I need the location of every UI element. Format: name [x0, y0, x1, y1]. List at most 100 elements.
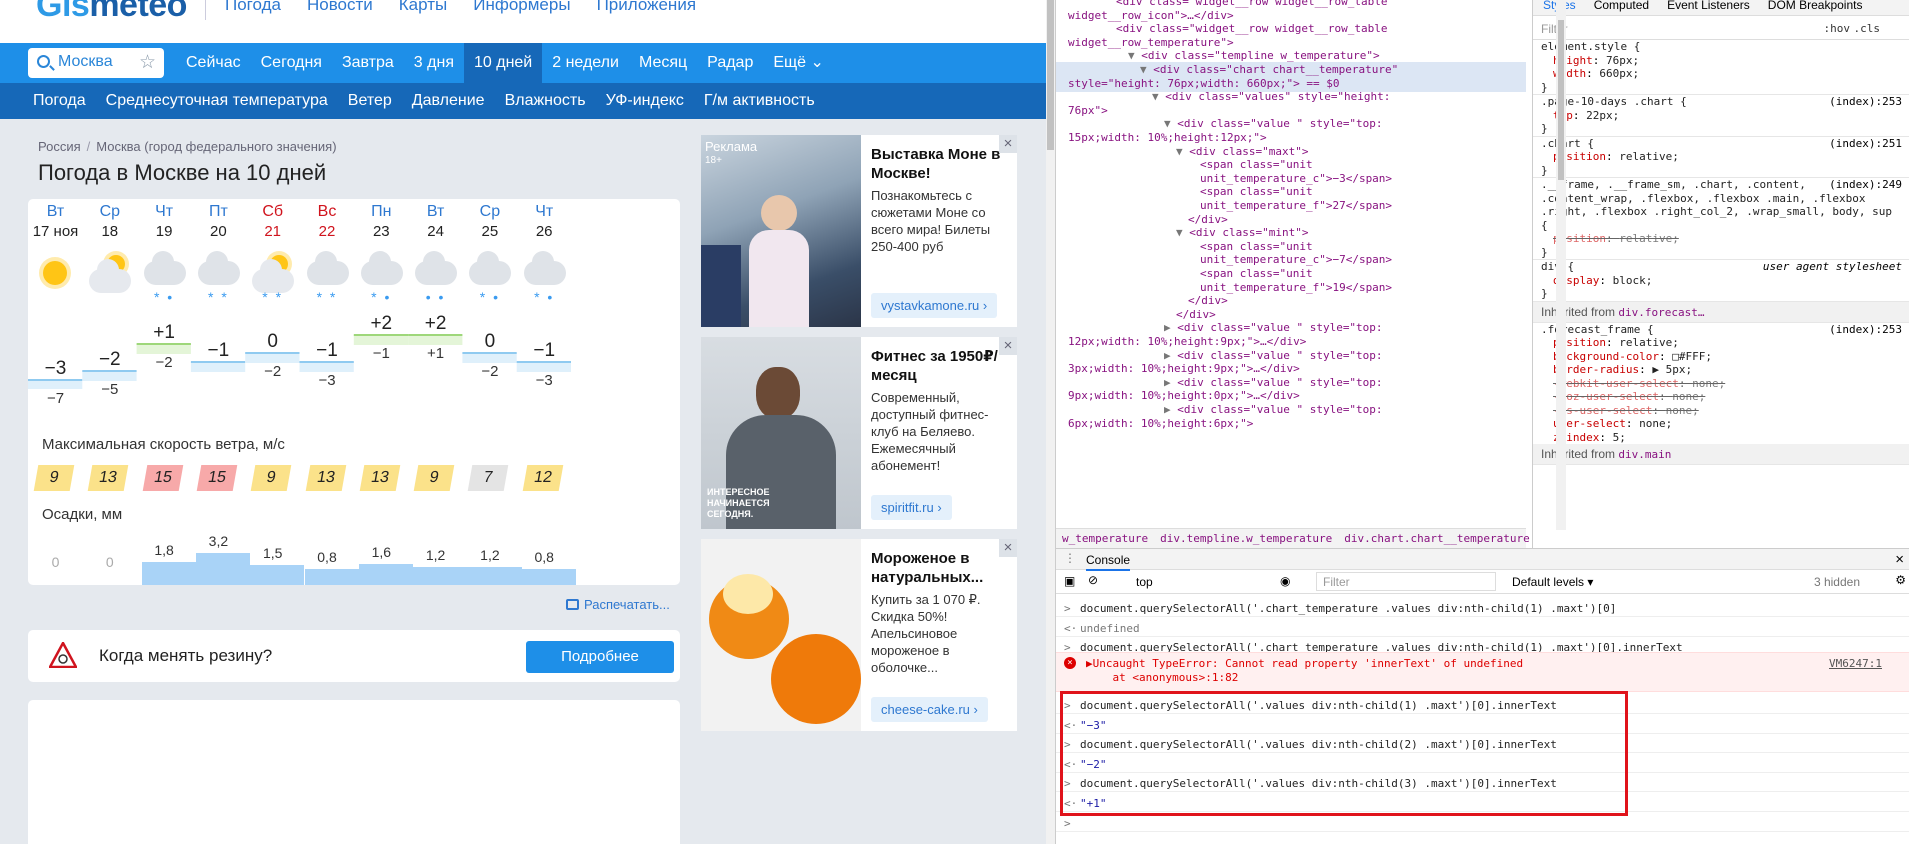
- breadcrumb-country[interactable]: Россия: [38, 139, 81, 154]
- subnav-item[interactable]: Среднесуточная температура: [96, 83, 338, 119]
- css-value[interactable]: 22px;: [1586, 109, 1619, 122]
- scrollbar-thumb[interactable]: [1047, 0, 1054, 150]
- tab-period[interactable]: Ещё ⌄: [763, 43, 834, 83]
- css-property[interactable]: background-color: [1553, 350, 1659, 363]
- inherited-element-link[interactable]: div.forecast…: [1618, 306, 1704, 319]
- dom-crumb[interactable]: div.chart.chart__temperature: [1338, 532, 1535, 545]
- dom-crumb[interactable]: div.templine.w_temperature: [1154, 532, 1338, 545]
- subnav-item[interactable]: Погода: [23, 83, 96, 119]
- sidebar-toggle-icon[interactable]: ▣: [1064, 574, 1075, 588]
- console-filter-input[interactable]: Filter: [1316, 572, 1496, 591]
- collapse-triangle-icon[interactable]: ▼: [1140, 63, 1153, 76]
- page-scrollbar[interactable]: [1046, 0, 1055, 844]
- top-link[interactable]: Приложения: [597, 0, 696, 15]
- levels-select[interactable]: Default levels ▾: [1512, 575, 1593, 589]
- ad-link[interactable]: spiritfit.ru ›: [871, 495, 952, 520]
- top-link[interactable]: Карты: [399, 0, 447, 15]
- css-selector[interactable]: }: [1541, 164, 1548, 177]
- css-selector[interactable]: }: [1541, 81, 1548, 94]
- subnav-item[interactable]: Давление: [402, 83, 495, 119]
- css-value[interactable]: □#FFF;: [1672, 350, 1712, 363]
- css-source-link[interactable]: (index):249: [1829, 178, 1902, 192]
- subnav-item[interactable]: Ветер: [338, 83, 402, 119]
- top-link[interactable]: Информеры: [473, 0, 570, 15]
- console-input-line[interactable]: > document.querySelectorAll('.values div:…: [1056, 737, 1909, 754]
- close-drawer-icon[interactable]: ×: [1895, 551, 1904, 568]
- console-input-line[interactable]: >: [1056, 816, 1909, 832]
- console-input-line[interactable]: > document.querySelectorAll('.values div:…: [1056, 698, 1909, 714]
- styles-tab[interactable]: Computed: [1594, 0, 1649, 15]
- dom-crumb[interactable]: w_temperature: [1056, 532, 1154, 545]
- search-input[interactable]: [58, 53, 134, 71]
- tire-details-button[interactable]: Подробнее: [526, 641, 674, 673]
- subnav-item[interactable]: Влажность: [495, 83, 596, 119]
- console-input-line[interactable]: > document.querySelectorAll('.values div:…: [1056, 776, 1909, 793]
- breadcrumb-city[interactable]: Москва (город федерального значения): [96, 139, 336, 154]
- css-selector[interactable]: .__frame, .__frame_sm, .chart, .content,: [1541, 178, 1806, 191]
- collapse-triangle-icon[interactable]: ▼: [1152, 90, 1165, 103]
- styles-tab[interactable]: DOM Breakpoints: [1768, 0, 1863, 15]
- expand-triangle-icon[interactable]: ▶: [1164, 349, 1177, 362]
- css-value[interactable]: none;: [1666, 404, 1699, 417]
- css-selector[interactable]: .right, .flexbox .right_col_2, .wrap_sma…: [1541, 205, 1892, 218]
- print-link[interactable]: Распечатать...: [566, 597, 670, 612]
- hov-toggle[interactable]: :hov: [1824, 22, 1851, 35]
- css-value[interactable]: relative;: [1619, 150, 1679, 163]
- cls-toggle[interactable]: .cls: [1854, 22, 1881, 35]
- css-value[interactable]: 5;: [1613, 431, 1626, 444]
- css-selector[interactable]: }: [1541, 287, 1548, 300]
- favorite-star-icon[interactable]: ☆: [139, 51, 156, 74]
- expand-triangle-icon[interactable]: ▶: [1164, 403, 1177, 416]
- tab-period[interactable]: Сегодня: [251, 43, 332, 83]
- ad-icecream[interactable]: Мороженое в натуральных... Купить за 1 0…: [701, 539, 1017, 731]
- expand-triangle-icon[interactable]: ▶: [1164, 321, 1177, 334]
- top-link[interactable]: Погода: [225, 0, 281, 15]
- collapse-triangle-icon[interactable]: ▼: [1164, 117, 1177, 130]
- css-value[interactable]: relative;: [1619, 336, 1679, 349]
- css-property[interactable]: -moz-user-select: [1553, 390, 1659, 403]
- ad-link[interactable]: cheese-cake.ru ›: [871, 697, 988, 722]
- css-value[interactable]: 660px;: [1599, 67, 1639, 80]
- css-property[interactable]: -ms-user-select: [1553, 404, 1652, 417]
- tab-period[interactable]: Радар: [697, 43, 763, 83]
- error-source-link[interactable]: VM6247:1: [1829, 657, 1882, 671]
- drawer-menu-icon[interactable]: ⋮: [1064, 551, 1076, 565]
- elements-scrollbar[interactable]: [1556, 0, 1566, 530]
- collapse-triangle-icon[interactable]: ▼: [1176, 145, 1189, 158]
- css-selector[interactable]: .content_wrap, .flexbox, .flexbox .main,…: [1541, 192, 1866, 205]
- css-selector[interactable]: }: [1541, 122, 1548, 135]
- css-value[interactable]: relative;: [1619, 232, 1679, 245]
- subnav-item[interactable]: Г/м активность: [694, 83, 825, 119]
- city-search[interactable]: ☆: [28, 48, 164, 78]
- tab-period[interactable]: Месяц: [629, 43, 697, 83]
- context-select[interactable]: top: [1136, 575, 1153, 589]
- expand-triangle-icon[interactable]: ▶: [1164, 376, 1177, 389]
- close-icon[interactable]: ×: [999, 135, 1017, 153]
- css-source-link[interactable]: (index):251: [1829, 137, 1902, 151]
- console-input-line[interactable]: > document.querySelectorAll('.chart_tempe…: [1056, 601, 1909, 617]
- close-icon[interactable]: ×: [999, 539, 1017, 557]
- ad-fitness[interactable]: ИНТЕРЕСНОЕ НАЧИНАЕТСЯ СЕГОДНЯ. Фитнес за…: [701, 337, 1017, 529]
- css-property[interactable]: -webkit-user-select: [1553, 377, 1679, 390]
- inherited-element-link[interactable]: div.main: [1618, 448, 1671, 461]
- css-selector[interactable]: .chart {: [1541, 137, 1594, 150]
- css-source-link[interactable]: (index):253: [1829, 323, 1902, 337]
- css-selector[interactable]: {: [1541, 219, 1548, 232]
- site-logo[interactable]: Gismeteo: [36, 0, 187, 25]
- tab-period[interactable]: Завтра: [332, 43, 404, 83]
- css-value[interactable]: none;: [1692, 377, 1725, 390]
- console-settings-gear-icon[interactable]: ⚙: [1895, 573, 1906, 587]
- css-value[interactable]: none;: [1672, 390, 1705, 403]
- close-icon[interactable]: ×: [999, 337, 1017, 355]
- ad-monet[interactable]: Реклама 18+ Выставка Моне в Москве! Позн…: [701, 135, 1017, 327]
- css-value[interactable]: block;: [1613, 274, 1653, 287]
- tab-period[interactable]: Сейчас: [176, 43, 251, 83]
- css-source-link[interactable]: (index):253: [1829, 95, 1902, 109]
- dom-node-line[interactable]: 6px;width: 10%;height:6px;">: [1056, 416, 1526, 432]
- day-column[interactable]: Чт 26: [512, 199, 577, 240]
- console-tab[interactable]: Console: [1086, 553, 1131, 571]
- top-link[interactable]: Новости: [307, 0, 373, 15]
- tab-period[interactable]: 3 дня: [404, 43, 464, 83]
- css-value[interactable]: none;: [1639, 417, 1672, 430]
- styles-filter[interactable]: Filter :hov .cls: [1533, 16, 1909, 40]
